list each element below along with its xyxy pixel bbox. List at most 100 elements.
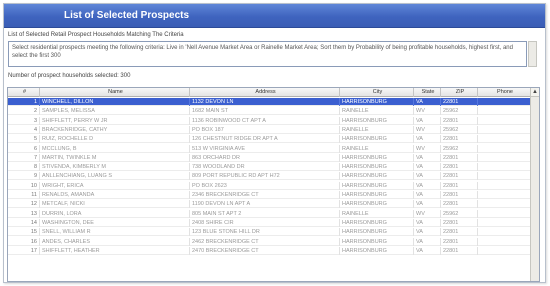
column-header-city[interactable]: City [340,88,414,97]
column-header-phone[interactable]: Phone [478,88,531,97]
cell-phone [478,228,531,237]
column-header-state[interactable]: State [414,88,441,97]
cell-address: 1190 DEVON LN APT A [190,200,340,209]
column-header-name[interactable]: Name [40,88,190,97]
selected-count-label: Number of prospect households selected: [8,73,119,79]
cell-name: RENALDS, AMANDA [40,191,190,199]
cell-state: VA [414,153,441,162]
cell-phone [478,116,531,125]
cell-zip: 25962 [441,107,478,116]
cell-name: METCALF, NICKI [40,200,190,209]
cell-index: 8 [8,163,40,172]
cell-index: 15 [8,228,40,237]
column-header-index[interactable]: # [8,88,40,97]
cell-state: VA [414,116,441,125]
scroll-up-icon[interactable]: ▲ [531,88,539,97]
cell-state: VA [414,163,441,172]
cell-zip: 22801 [441,116,478,125]
cell-index: 17 [8,246,40,255]
table-row[interactable]: 8 STIVENDA, KIMBERLY M 738 WOODLAND DR HARR… [8,163,531,172]
table-row[interactable]: 17 SHIFFLETT, HEATHER 2470 BRECKENRIDGE CT… [8,246,531,255]
cell-address: 863 ORCHARD DR [190,153,340,162]
table-row[interactable]: 6 MCCLUNG, B 513 W VIRGINIA AVE RAINELLE WV 2… [8,144,531,153]
cell-phone [478,153,531,162]
cell-state: VA [414,191,441,199]
cell-zip: 22801 [441,98,478,106]
table-row[interactable]: 3 SHIFFLETT, PERRY W JR 1136 ROBINWOOD CT … [8,116,531,125]
cell-city: HARRISONBURG [340,191,414,199]
cell-zip: 22801 [441,135,478,144]
cell-address: 738 WOODLAND DR [190,163,340,172]
cell-name: SAMPLES, MELISSA [40,107,190,116]
cell-address: 1132 DEVON LN [190,98,340,106]
cell-phone [478,135,531,144]
cell-address: 1682 MAIN ST [190,107,340,116]
table-row[interactable]: 12 METCALF, NICKI 1190 DEVON LN APT A HARRI… [8,200,531,209]
cell-phone [478,209,531,218]
cell-address: PO BOX 2623 [190,181,340,190]
table-row[interactable]: 13 DURRIN, LORA 805 MAIN ST APT 2 RAINELLE W… [8,209,531,218]
cell-zip: 22801 [441,172,478,181]
cell-name: MARTIN, TWINKLE M [40,153,190,162]
column-header-address[interactable]: Address [190,88,340,97]
cell-state: VA [414,98,441,106]
cell-state: WV [414,144,441,153]
column-header-zip[interactable]: ZIP [441,88,478,97]
cell-city: RAINELLE [340,107,414,116]
cell-name: SHIFFLETT, HEATHER [40,246,190,255]
table-row[interactable]: 2 SAMPLES, MELISSA 1682 MAIN ST RAINELLE WV 2… [8,107,531,116]
cell-state: WV [414,125,441,134]
cell-index: 1 [8,98,40,106]
cell-zip: 22801 [441,228,478,237]
cell-address: 2462 BRECKENRIDGE CT [190,237,340,246]
prospect-table[interactable]: # Name Address City State ZIP Phone 1 WINCHELL, … [7,87,540,282]
cell-index: 9 [8,172,40,181]
cell-address: 513 W VIRGINIA AVE [190,144,340,153]
cell-name: DURRIN, LORA [40,209,190,218]
table-row[interactable]: 10 WRIGHT, ERICA PO BOX 2623 HARRISONBURG VA… [8,181,531,190]
table-row[interactable]: 7 MARTIN, TWINKLE M 863 ORCHARD DR HARRISON… [8,153,531,162]
cell-zip: 22801 [441,191,478,199]
criteria-scrollbar[interactable] [528,41,537,67]
cell-zip: 22801 [441,181,478,190]
table-row[interactable]: 5 RUIZ, ROCHELLE D 126 CHESTNUT RIDGE DR A… [8,135,531,144]
criteria-textbox[interactable]: Select residential prospects meeting the… [8,41,527,67]
table-row-selected[interactable]: 1 WINCHELL, DILLON 1132 DEVON LN HARRISONBU… [8,98,531,106]
prospect-list-window: List of Selected Prospects List of Selec… [3,3,546,283]
cell-index: 3 [8,116,40,125]
cell-index: 6 [8,144,40,153]
cell-city: RAINELLE [340,209,414,218]
cell-city: RAINELLE [340,144,414,153]
cell-state: VA [414,135,441,144]
cell-state: VA [414,200,441,209]
cell-city: HARRISONBURG [340,163,414,172]
cell-name: SNELL, WILLIAM R [40,228,190,237]
table-row[interactable]: 16 ANDES, CHARLES 2462 BRECKENRIDGE CT HARR… [8,237,531,246]
cell-state: VA [414,246,441,255]
cell-state: VA [414,172,441,181]
cell-phone [478,246,531,255]
cell-phone [478,125,531,134]
cell-zip: 22801 [441,200,478,209]
cell-name: ANDES, CHARLES [40,237,190,246]
list-caption: List of Selected Retail Prospect Househo… [8,32,184,38]
table-scrollbar[interactable]: ▲ [530,88,539,281]
table-row[interactable]: 9 ANLLENCHIANG, LUANG S 809 PORT REPUBLIC … [8,172,531,181]
table-header-row: # Name Address City State ZIP Phone [8,88,531,97]
cell-city: RAINELLE [340,125,414,134]
cell-zip: 22801 [441,246,478,255]
table-row[interactable]: 11 RENALDS, AMANDA 2346 BRECKENRIDGE CT HAR… [8,191,531,199]
table-row[interactable]: 14 WASHINGTON, DEE 2408 SHIRE CIR HARRISONB… [8,218,531,227]
cell-phone [478,98,531,106]
table-row[interactable]: 4 BRACKENRIDGE, CATHY PO BOX 187 RAINELLE WV… [8,125,531,134]
cell-city: HARRISONBURG [340,246,414,255]
table-row[interactable]: 15 SNELL, WILLIAM R 123 BLUE STONE HILL DR… [8,228,531,237]
cell-index: 2 [8,107,40,116]
cell-zip: 25962 [441,125,478,134]
cell-city: HARRISONBURG [340,135,414,144]
cell-index: 13 [8,209,40,218]
cell-phone [478,237,531,246]
cell-index: 12 [8,200,40,209]
cell-city: HARRISONBURG [340,181,414,190]
cell-phone [478,191,531,199]
